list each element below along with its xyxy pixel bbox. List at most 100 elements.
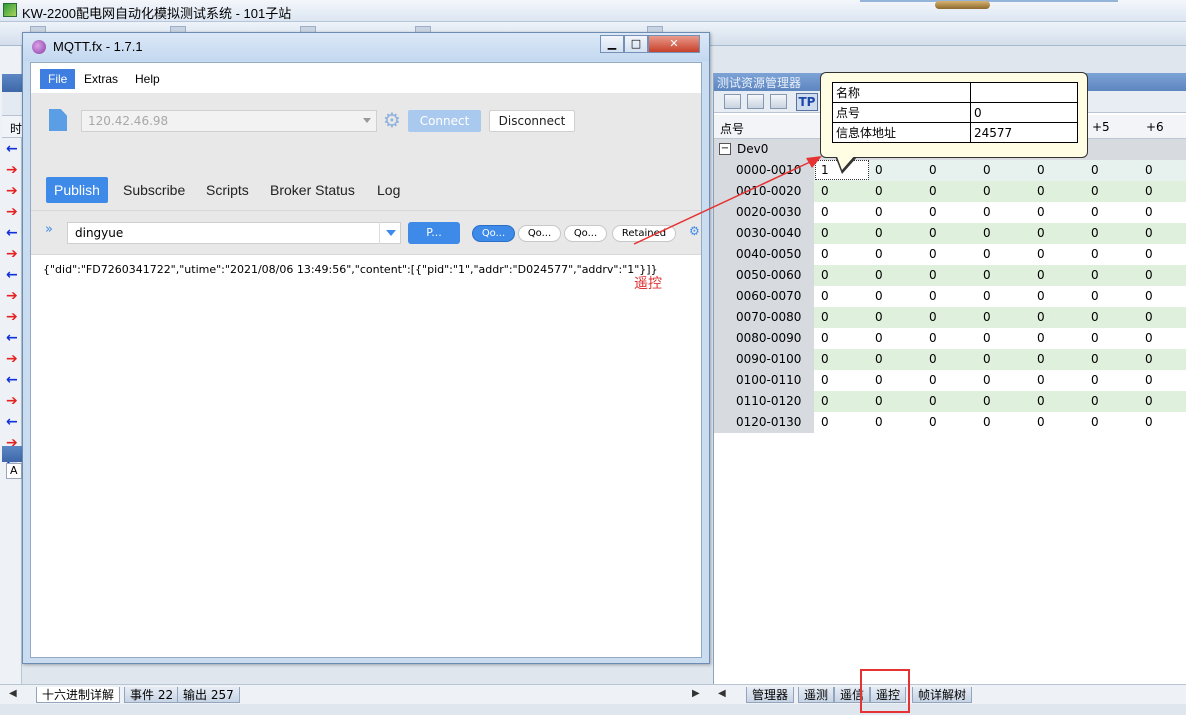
point-value-cell[interactable]: 0 — [929, 289, 937, 303]
point-value-cell[interactable]: 0 — [929, 352, 937, 366]
point-value-cell[interactable]: 0 — [1091, 289, 1099, 303]
table-row[interactable]: 0020-0030 0 0 0 0 0 0 0 — [714, 202, 1186, 223]
point-value-cell[interactable]: 0 — [1037, 226, 1045, 240]
table-row[interactable]: 0060-0070 0 0 0 0 0 0 0 — [714, 286, 1186, 307]
tab-broker-status[interactable]: Broker Status — [270, 177, 355, 203]
point-value-cell[interactable]: 0 — [929, 184, 937, 198]
point-value-cell[interactable]: 0 — [1145, 226, 1153, 240]
point-value-cell[interactable]: 0 — [1145, 205, 1153, 219]
table-row[interactable]: 0040-0050 0 0 0 0 0 0 0 — [714, 244, 1186, 265]
point-value-cell[interactable]: 0 — [929, 226, 937, 240]
point-value-cell[interactable]: 0 — [875, 289, 883, 303]
point-value-cell[interactable]: 0 — [983, 415, 991, 429]
point-value-cell[interactable]: 0 — [929, 373, 937, 387]
top-scroll-thumb[interactable] — [935, 1, 990, 9]
bottom-tab[interactable]: 输出 257 — [177, 687, 240, 703]
point-value-cell[interactable]: 0 — [1091, 226, 1099, 240]
point-value-cell[interactable]: 0 — [821, 331, 829, 345]
publish-button[interactable]: P... — [408, 222, 460, 244]
point-value-cell[interactable]: 0 — [1145, 247, 1153, 261]
point-value-cell[interactable]: 0 — [821, 310, 829, 324]
point-value-cell[interactable]: 0 — [875, 394, 883, 408]
point-value-cell[interactable]: 0 — [1145, 268, 1153, 282]
retained-toggle[interactable]: Retained — [612, 225, 676, 242]
bottom-tab[interactable]: 十六进制详解 — [36, 687, 121, 703]
scroll-left-icon[interactable]: ◀ — [9, 688, 17, 699]
point-value-cell[interactable]: 0 — [1145, 373, 1153, 387]
point-value-cell[interactable]: 0 — [1037, 352, 1045, 366]
point-value-cell[interactable]: 0 — [1091, 184, 1099, 198]
connect-button[interactable]: Connect — [408, 110, 481, 132]
point-value-cell[interactable]: 0 — [875, 205, 883, 219]
point-value-cell[interactable]: 0 — [983, 226, 991, 240]
point-value-cell[interactable]: 0 — [1037, 331, 1045, 345]
point-value-cell[interactable]: 0 — [1091, 352, 1099, 366]
collapse-icon[interactable]: − — [719, 143, 731, 155]
table-row[interactable]: 0080-0090 0 0 0 0 0 0 0 — [714, 328, 1186, 349]
point-value-cell[interactable]: 0 — [1037, 205, 1045, 219]
topic-dropdown[interactable] — [379, 222, 401, 244]
tab-log[interactable]: Log — [377, 177, 400, 203]
point-value-cell[interactable]: 0 — [1145, 184, 1153, 198]
point-value-cell[interactable]: 0 — [1145, 415, 1153, 429]
point-value-cell[interactable]: 0 — [1091, 310, 1099, 324]
point-value-cell[interactable]: 0 — [1145, 394, 1153, 408]
table-row[interactable]: 0030-0040 0 0 0 0 0 0 0 — [714, 223, 1186, 244]
point-value-cell[interactable]: 0 — [821, 205, 829, 219]
table-row[interactable]: 0120-0130 0 0 0 0 0 0 0 — [714, 412, 1186, 433]
point-value-cell[interactable]: 0 — [1037, 163, 1045, 177]
point-value-cell[interactable]: 0 — [1037, 247, 1045, 261]
gear-icon[interactable]: ⚙ — [383, 110, 403, 130]
point-value-cell[interactable]: 0 — [1091, 163, 1099, 177]
point-value-cell[interactable]: 0 — [1037, 268, 1045, 282]
point-value-cell[interactable]: 0 — [983, 163, 991, 177]
point-value-cell[interactable]: 0 — [821, 394, 829, 408]
point-value-cell[interactable]: 0 — [1091, 415, 1099, 429]
point-value-cell[interactable]: 0 — [983, 394, 991, 408]
point-value-cell[interactable]: 0 — [983, 373, 991, 387]
point-value-cell[interactable]: 0 — [1091, 247, 1099, 261]
table-row[interactable]: 0070-0080 0 0 0 0 0 0 0 — [714, 307, 1186, 328]
close-icon[interactable]: ✕ — [648, 35, 700, 53]
point-value-cell[interactable]: 0 — [983, 268, 991, 282]
point-value-cell[interactable]: 0 — [821, 247, 829, 261]
point-value-cell[interactable]: 0 — [929, 268, 937, 282]
point-value-cell[interactable]: 0 — [983, 352, 991, 366]
table-row[interactable]: 0000-0010 1 0 0 0 0 0 0 — [714, 160, 1186, 181]
qos2-toggle[interactable]: Qo... — [564, 225, 607, 242]
point-value-cell[interactable]: 0 — [875, 226, 883, 240]
table-row[interactable]: 0010-0020 0 0 0 0 0 0 0 — [714, 181, 1186, 202]
point-value-cell[interactable]: 0 — [821, 184, 829, 198]
point-value-cell[interactable]: 0 — [983, 184, 991, 198]
topic-input[interactable]: dingyue — [67, 222, 401, 244]
point-value-cell[interactable]: 0 — [1145, 352, 1153, 366]
point-value-cell[interactable]: 0 — [875, 310, 883, 324]
table-row[interactable]: 0100-0110 0 0 0 0 0 0 0 — [714, 370, 1186, 391]
table-row[interactable]: 0050-0060 0 0 0 0 0 0 0 — [714, 265, 1186, 286]
point-value-cell[interactable]: 0 — [929, 415, 937, 429]
point-value-cell[interactable]: 0 — [821, 373, 829, 387]
point-value-cell[interactable]: 0 — [983, 205, 991, 219]
point-value-cell[interactable]: 0 — [983, 310, 991, 324]
layout-grid-icon[interactable] — [724, 94, 741, 109]
point-value-cell[interactable]: 0 — [1037, 310, 1045, 324]
menu-extras[interactable]: Extras — [76, 69, 126, 89]
point-value-cell[interactable]: 0 — [929, 331, 937, 345]
point-value-cell[interactable]: 0 — [875, 163, 883, 177]
point-value-cell[interactable]: 0 — [1037, 394, 1045, 408]
options-gear-icon[interactable]: ⚙ — [689, 224, 701, 242]
bottom-tab[interactable]: 帧详解树 — [912, 687, 973, 703]
payload-text[interactable]: {"did":"FD7260341722","utime":"2021/08/0… — [43, 263, 658, 276]
layout-split-icon[interactable] — [747, 94, 764, 109]
qos0-toggle[interactable]: Qo... — [472, 225, 515, 242]
point-value-cell[interactable]: 0 — [929, 205, 937, 219]
point-value-cell[interactable]: 0 — [1091, 205, 1099, 219]
point-value-cell[interactable]: 0 — [875, 373, 883, 387]
disconnect-button[interactable]: Disconnect — [489, 110, 575, 132]
point-value-cell[interactable]: 0 — [821, 226, 829, 240]
point-value-cell[interactable]: 0 — [1037, 415, 1045, 429]
qos1-toggle[interactable]: Qo... — [518, 225, 561, 242]
table-row[interactable]: 0090-0100 0 0 0 0 0 0 0 — [714, 349, 1186, 370]
bottom-tab[interactable]: 管理器 — [746, 687, 795, 703]
broker-select[interactable]: 120.42.46.98 — [81, 110, 377, 132]
